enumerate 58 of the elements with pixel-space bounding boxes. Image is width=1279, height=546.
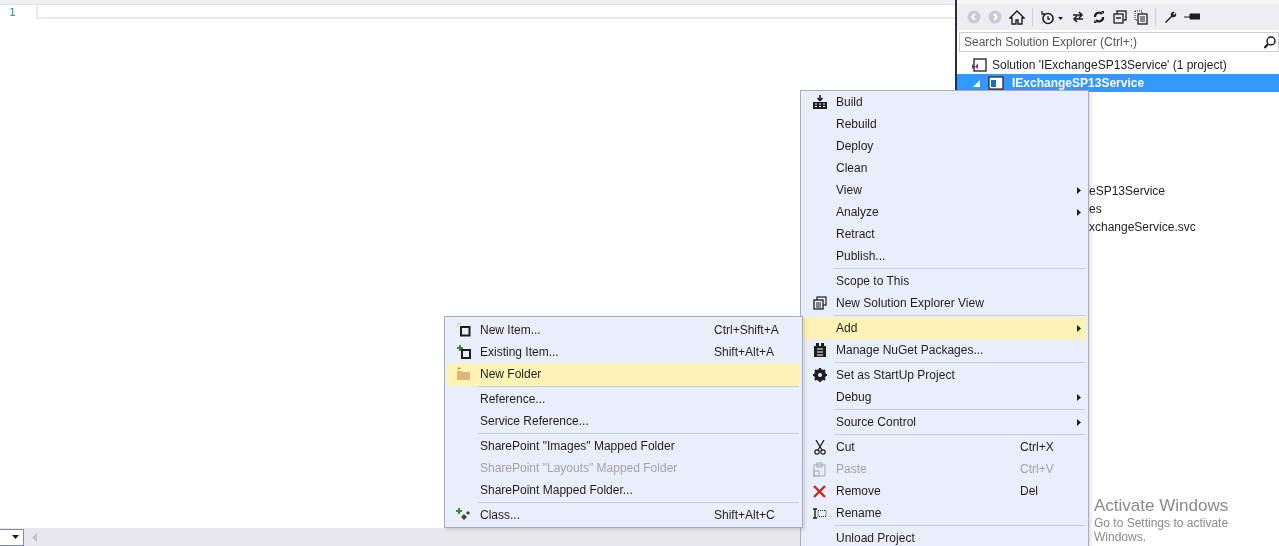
menu-item[interactable]: Class... Shift+Alt+C xyxy=(447,504,800,526)
expander-icon[interactable] xyxy=(973,79,980,87)
search-field[interactable]: Search Solution Explorer (Ctrl+;) xyxy=(959,32,1279,52)
menu-item[interactable]: Remove Del xyxy=(803,480,1086,502)
menu-item[interactable]: Publish... xyxy=(803,245,1086,267)
menu-item[interactable]: Deploy xyxy=(803,135,1086,157)
menu-item[interactable]: Build xyxy=(803,91,1086,113)
menu-item[interactable]: Reference... xyxy=(447,388,800,410)
menu-item[interactable]: Set as StartUp Project xyxy=(803,364,1086,386)
menu-item[interactable]: Retract xyxy=(803,223,1086,245)
wrench-icon[interactable] xyxy=(1163,10,1177,24)
package-icon xyxy=(813,343,826,357)
solution-icon xyxy=(971,58,987,72)
add-item-icon xyxy=(456,345,471,359)
line-number: 1 xyxy=(8,5,17,19)
class-icon xyxy=(456,508,471,522)
activation-title: Activate Windows xyxy=(1094,496,1229,516)
menu-item[interactable]: New Solution Explorer View xyxy=(803,292,1086,314)
menu-item[interactable]: Clean xyxy=(803,157,1086,179)
menu-item[interactable]: Unload Project xyxy=(803,527,1086,546)
menu-item[interactable]: Source Control xyxy=(803,411,1086,433)
pin-icon[interactable] xyxy=(1184,11,1200,23)
folder-icon xyxy=(456,367,471,381)
project-icon xyxy=(988,76,1004,90)
menu-item[interactable]: Existing Item... Shift+Alt+A xyxy=(447,341,800,363)
close-icon xyxy=(813,484,826,498)
menu-item[interactable]: Analyze xyxy=(803,201,1086,223)
menu-item[interactable]: View xyxy=(803,179,1086,201)
sync-icon[interactable] xyxy=(1071,10,1085,24)
refresh-icon[interactable] xyxy=(1092,10,1106,24)
rename-icon xyxy=(812,507,827,519)
scissors-icon xyxy=(813,439,826,455)
activation-text: Go to Settings to activate Windows. xyxy=(1094,516,1230,544)
menu-item[interactable]: SharePoint Mapped Folder... xyxy=(447,479,800,501)
menu-item[interactable]: Rename xyxy=(803,502,1086,524)
menu-item[interactable]: Service Reference... xyxy=(447,410,800,432)
windows-icon xyxy=(812,296,827,310)
zoom-dropdown[interactable] xyxy=(0,528,24,546)
build-icon xyxy=(812,95,827,109)
menu-item[interactable]: Scope to This xyxy=(803,270,1086,292)
show-all-files-icon[interactable] xyxy=(1134,9,1148,25)
caret-icon xyxy=(12,535,19,539)
new-item-icon xyxy=(456,323,471,337)
menu-item[interactable]: SharePoint "Images" Mapped Folder xyxy=(447,435,800,457)
tree-item[interactable]: Solution 'IExchangeSP13Service' (1 project) xyxy=(957,56,1279,74)
menu-item[interactable]: Manage NuGet Packages... xyxy=(803,339,1086,361)
collapse-all-icon[interactable] xyxy=(1113,10,1127,24)
search-icon xyxy=(1264,36,1276,49)
history-icon[interactable] xyxy=(1040,9,1064,25)
menu-item[interactable]: Add xyxy=(803,317,1086,339)
menu-item[interactable]: Cut Ctrl+X xyxy=(803,436,1086,458)
menu-item[interactable]: Debug xyxy=(803,386,1086,408)
menu-item[interactable]: New Item... Ctrl+Shift+A xyxy=(447,319,800,341)
home-icon[interactable] xyxy=(1009,9,1025,25)
menu-item[interactable]: Rebuild xyxy=(803,113,1086,135)
menu-item[interactable]: New Folder xyxy=(447,363,800,385)
clipboard-icon xyxy=(813,461,826,477)
gear-icon xyxy=(812,368,827,382)
